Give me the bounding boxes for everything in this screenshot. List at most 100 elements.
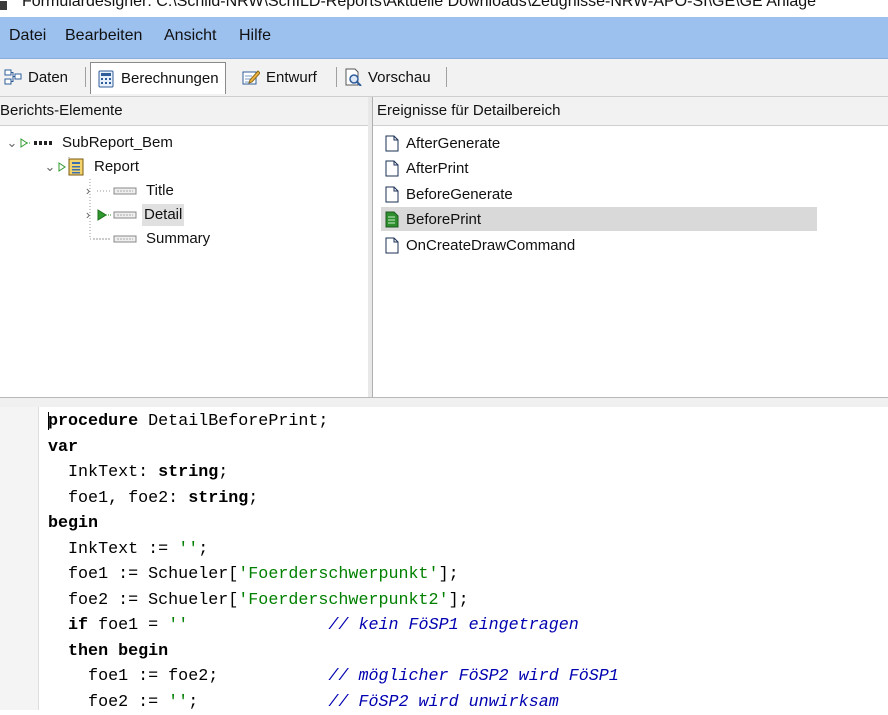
tree-item-detail[interactable]: › Detail	[82, 204, 184, 226]
code-editor[interactable]: procedure DetailBeforePrint; var InkText:…	[0, 407, 888, 710]
band-icon	[94, 185, 138, 197]
event-label: BeforeGenerate	[406, 186, 513, 203]
code-token	[48, 616, 68, 635]
tab-daten[interactable]: Daten	[4, 62, 68, 92]
chevron-right-icon[interactable]: ›	[82, 204, 94, 226]
event-item-oncreatedrawcommand[interactable]: OnCreateDrawCommand	[381, 233, 817, 257]
tree-item-label: SubReport_Bem	[60, 132, 175, 154]
report-elements-panel: Berichts-Elemente ⌄ SubReport_Bem ⌄ Repo…	[0, 97, 369, 397]
code-token: foe1 := foe2;	[48, 667, 328, 686]
code-token: string	[188, 489, 248, 508]
event-item-beforegenerate[interactable]: BeforeGenerate	[381, 182, 817, 206]
band-icon	[94, 233, 138, 245]
menu-bearbeiten[interactable]: Bearbeiten	[65, 27, 142, 45]
menu-bar: Datei Bearbeiten Ansicht Hilfe	[0, 17, 888, 59]
code-line: procedure DetailBeforePrint;	[48, 409, 619, 435]
menu-edge-marker	[0, 30, 6, 42]
document-icon	[385, 135, 399, 152]
event-item-beforeprint[interactable]: BeforePrint	[381, 207, 817, 231]
code-token: 'Foerderschwerpunkt2'	[238, 591, 448, 610]
code-token: ;	[248, 489, 258, 508]
code-line: foe1 := Schueler['Foerderschwerpunkt'];	[48, 562, 619, 588]
event-label: OnCreateDrawCommand	[406, 237, 575, 254]
window-title: Formulardesigner: C:\Schild-NRW\SchILD-R…	[22, 0, 816, 11]
code-token: then begin	[68, 642, 168, 661]
code-token: 'Foerderschwerpunkt'	[238, 565, 438, 584]
events-header: Ereignisse für Detailbereich	[373, 97, 888, 126]
menu-datei[interactable]: Datei	[9, 27, 46, 45]
design-pencil-icon	[242, 68, 260, 86]
tab-entwurf[interactable]: Entwurf	[242, 62, 317, 92]
tree-item-summary[interactable]: Summary	[94, 228, 212, 250]
tree-item-label: Detail	[142, 204, 184, 226]
designer-tab-bar: Daten Berechnungen Entwurf Vorschau	[0, 59, 888, 97]
app-icon	[0, 0, 10, 12]
code-line: InkText: string;	[48, 460, 619, 486]
tab-vorschau-label: Vorschau	[368, 69, 431, 86]
code-token: foe2 :=	[48, 693, 168, 712]
event-label: AfterPrint	[406, 160, 469, 177]
code-token: foe1, foe2:	[48, 489, 188, 508]
code-token: ''	[168, 616, 188, 635]
tree-item-label: Summary	[144, 228, 212, 250]
code-token: InkText:	[48, 463, 158, 482]
code-line: then begin	[48, 639, 619, 665]
code-token: ''	[168, 693, 188, 712]
code-token: var	[48, 438, 78, 457]
code-line: if foe1 = '' // kein FöSP1 eingetragen	[48, 613, 619, 639]
menu-hilfe[interactable]: Hilfe	[239, 27, 271, 45]
code-line: var	[48, 435, 619, 461]
tab-berechnungen-label: Berechnungen	[121, 70, 219, 87]
event-item-afterprint[interactable]: AfterPrint	[381, 156, 817, 180]
window-title-bar: Formulardesigner: C:\Schild-NRW\SchILD-R…	[0, 0, 888, 17]
code-token: ;	[198, 540, 208, 559]
code-token: DetailBeforePrint;	[138, 412, 328, 431]
event-label: AfterGenerate	[406, 135, 500, 152]
tab-separator	[336, 67, 337, 87]
code-token: foe1 =	[88, 616, 168, 635]
preview-magnifier-icon	[344, 68, 362, 86]
code-line: foe2 := Schueler['Foerderschwerpunkt2'];	[48, 588, 619, 614]
chevron-down-icon[interactable]: ⌄	[6, 132, 18, 154]
data-tree-icon	[4, 68, 22, 86]
chevron-down-icon[interactable]: ⌄	[44, 156, 56, 178]
tree-item-label: Report	[92, 156, 141, 178]
code-line: foe1, foe2: string;	[48, 486, 619, 512]
code-token: InkText :=	[48, 540, 178, 559]
editor-gutter	[0, 407, 39, 710]
event-item-aftergenerate[interactable]: AfterGenerate	[381, 131, 817, 155]
code-token: ''	[178, 540, 198, 559]
code-token: ];	[439, 565, 459, 584]
code-token: begin	[48, 514, 98, 533]
document-icon	[385, 160, 399, 177]
event-label: BeforePrint	[406, 211, 481, 228]
code-token: // FöSP2 wird unwirksam	[328, 693, 558, 712]
tree-item-subreport[interactable]: ⌄ SubReport_Bem	[6, 132, 175, 154]
code-token: ];	[449, 591, 469, 610]
code-token: ;	[188, 693, 328, 712]
code-token	[48, 642, 68, 661]
document-icon	[385, 186, 399, 203]
tree-item-label: Title	[144, 180, 176, 202]
code-token	[188, 616, 328, 635]
band-icon	[94, 209, 138, 221]
code-token: foe1 := Schueler[	[48, 565, 238, 584]
chevron-right-icon[interactable]: ›	[82, 180, 94, 202]
report-elements-header: Berichts-Elemente	[0, 97, 368, 126]
calculator-icon	[97, 70, 115, 88]
menu-ansicht[interactable]: Ansicht	[164, 27, 216, 45]
code-token: procedure	[48, 412, 138, 431]
tab-entwurf-label: Entwurf	[266, 69, 317, 86]
code-line: foe1 := foe2; // möglicher FöSP2 wird Fö…	[48, 664, 619, 690]
code-document-icon	[385, 211, 399, 228]
tab-berechnungen[interactable]: Berechnungen	[90, 62, 226, 94]
tab-separator	[85, 67, 86, 87]
code-token: // möglicher FöSP2 wird FöSP1	[328, 667, 618, 686]
tree-item-title[interactable]: › Title	[82, 180, 176, 202]
tab-vorschau[interactable]: Vorschau	[344, 62, 431, 92]
code-token: // kein FöSP1 eingetragen	[328, 616, 578, 635]
report-icon	[56, 158, 90, 176]
tree-item-report[interactable]: ⌄ Report	[44, 156, 141, 178]
code-token: if	[68, 616, 88, 635]
code-text-area[interactable]: procedure DetailBeforePrint; var InkText:…	[48, 409, 619, 715]
